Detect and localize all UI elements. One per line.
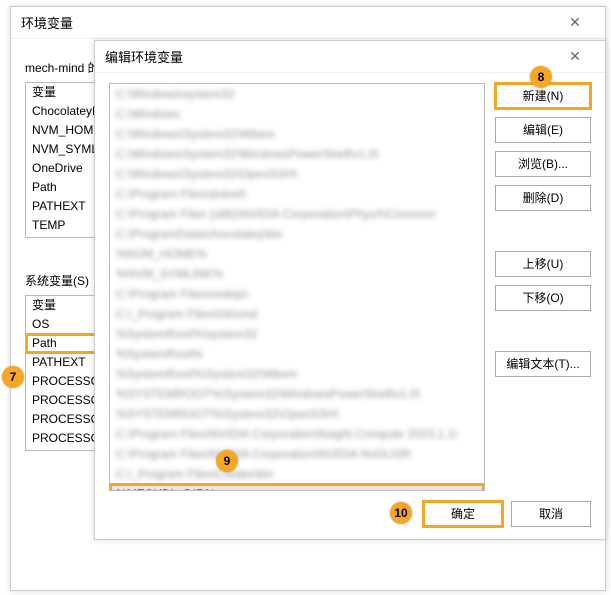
- edit-env-var-title: 编辑环境变量: [105, 47, 183, 66]
- path-entry[interactable]: %SYSTEMROOT%\System32\OpenSSH\: [110, 404, 484, 424]
- edit-button[interactable]: 编辑(E): [495, 117, 591, 143]
- env-vars-title: 环境变量: [21, 13, 73, 32]
- move-up-button[interactable]: 上移(U): [495, 251, 591, 277]
- path-entry[interactable]: %SystemRoot%\system32: [110, 324, 484, 344]
- callout-7: 7: [2, 366, 24, 388]
- move-down-button[interactable]: 下移(O): [495, 285, 591, 311]
- path-entry[interactable]: %SYSTEMROOT%\System32\WindowsPowerShell\…: [110, 384, 484, 404]
- edit-env-var-titlebar: 编辑环境变量 ✕: [95, 41, 605, 73]
- path-entry[interactable]: C:\Windows\System32\Wbem: [110, 124, 484, 144]
- callout-8: 8: [530, 66, 552, 88]
- edit-text-button[interactable]: 编辑文本(T)...: [495, 351, 591, 377]
- path-entry[interactable]: C:\Program Files\nodejs\: [110, 284, 484, 304]
- inner-main: C:\Windows\system32C:\WindowsC:\Windows\…: [109, 83, 591, 491]
- edit-env-var-dialog: 编辑环境变量 ✕ C:\Windows\system32C:\WindowsC:…: [94, 40, 606, 540]
- close-icon[interactable]: ✕: [555, 48, 595, 65]
- path-entry[interactable]: C:\Program Files\NVIDIA Corporation\Nsig…: [110, 424, 484, 444]
- path-entries-list[interactable]: C:\Windows\system32C:\WindowsC:\Windows\…: [109, 83, 485, 491]
- callout-10: 10: [390, 502, 412, 524]
- path-entry[interactable]: %SystemRoot%\System32\Wbem: [110, 364, 484, 384]
- inner-button-row: 确定 取消: [109, 501, 591, 527]
- path-entry[interactable]: C:\Program Files (x86)\NVIDIA Corporatio…: [110, 204, 484, 224]
- path-entry[interactable]: %SystemRoot%: [110, 344, 484, 364]
- env-vars-titlebar: 环境变量 ✕: [11, 7, 605, 39]
- path-entry[interactable]: C:\Windows: [110, 104, 484, 124]
- path-entry[interactable]: C:\_Program Files\Git\cmd: [110, 304, 484, 324]
- side-buttons: 新建(N) 编辑(E) 浏览(B)... 删除(D) 上移(U) 下移(O) 编…: [495, 83, 591, 491]
- cancel-button[interactable]: 取消: [511, 501, 591, 527]
- path-entry[interactable]: C:\Windows\System32\WindowsPowerShell\v1…: [110, 144, 484, 164]
- delete-button[interactable]: 删除(D): [495, 185, 591, 211]
- browse-button[interactable]: 浏览(B)...: [495, 151, 591, 177]
- path-entry[interactable]: C:\Windows\system32: [110, 84, 484, 104]
- callout-9: 9: [216, 450, 238, 472]
- edit-env-var-body: C:\Windows\system32C:\WindowsC:\Windows\…: [95, 73, 605, 541]
- ok-button[interactable]: 确定: [423, 501, 503, 527]
- path-entry[interactable]: C:\Program Files\NVIDIA Corporation\NVID…: [110, 444, 484, 464]
- path-entry[interactable]: C:\Program Files\dotnet\: [110, 184, 484, 204]
- path-entry-selected[interactable]: %MECHDL_DIR%: [110, 484, 484, 491]
- path-entry[interactable]: C:\ProgramData\chocolatey\bin: [110, 224, 484, 244]
- path-entry[interactable]: C:\_Program Files\CMake\bin: [110, 464, 484, 484]
- path-entry[interactable]: %NVM_HOME%: [110, 244, 484, 264]
- path-entry[interactable]: %NVM_SYMLINK%: [110, 264, 484, 284]
- path-entry[interactable]: C:\Windows\System32\OpenSSH\: [110, 164, 484, 184]
- close-icon[interactable]: ✕: [555, 14, 595, 31]
